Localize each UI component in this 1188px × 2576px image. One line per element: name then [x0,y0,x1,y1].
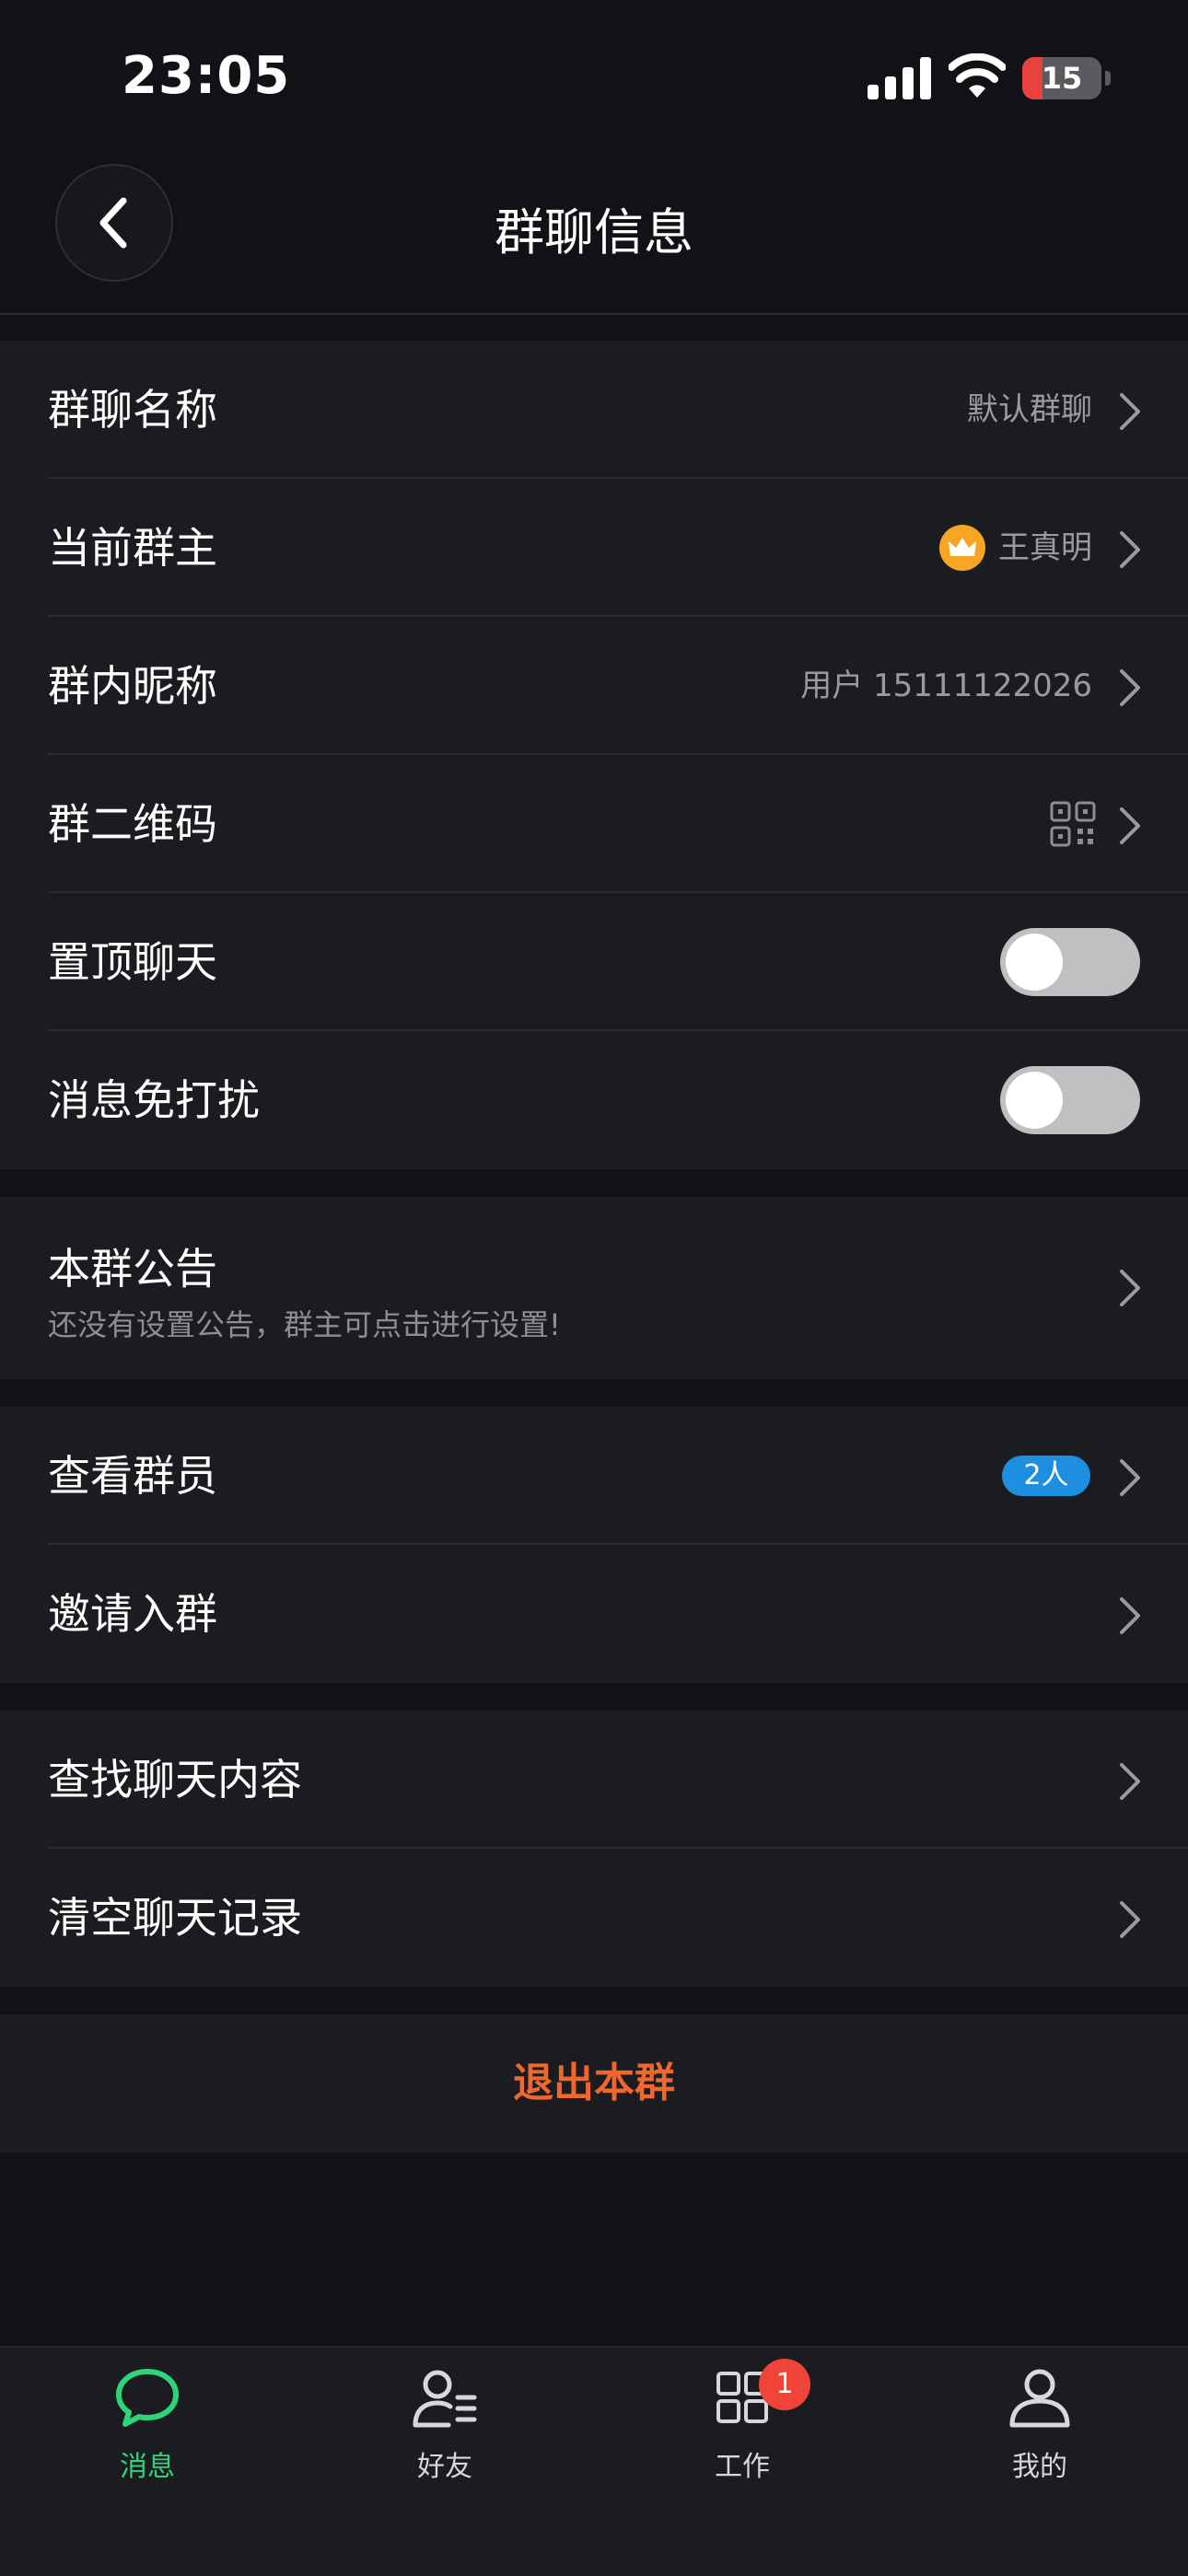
group-name-row[interactable]: 群聊名称 默认群聊 [0,341,1188,479]
tab-friends-label: 好友 [417,2451,472,2483]
chevron-right-icon [1120,1901,1140,1938]
tab-messages[interactable]: 消息 [55,2366,239,2513]
clear-history-row[interactable]: 清空聊天记录 [0,1849,1188,1987]
group-owner-value: 王真明 [998,529,1092,566]
group-notice-row[interactable]: 本群公告 还没有设置公告，群主可点击进行设置! [0,1197,1188,1379]
chevron-right-icon [1120,531,1140,568]
chevron-right-icon [1120,393,1140,430]
tab-work-label: 工作 [715,2451,770,2483]
status-time: 23:05 [122,46,291,106]
pin-chat-toggle[interactable] [1000,928,1140,996]
tab-work[interactable]: 1 工作 [650,2359,834,2513]
member-count-badge: 2人 [1002,1456,1090,1496]
page-title: 群聊信息 [495,203,693,261]
view-members-row[interactable]: 查看群员 2人 [0,1407,1188,1545]
wifi-icon [949,53,1006,98]
profile-icon [1009,2369,1070,2428]
chevron-right-icon [1120,1270,1140,1306]
tab-messages-label: 消息 [120,2451,175,2483]
group-name-value: 默认群聊 [967,391,1092,428]
exit-group-label: 退出本群 [513,2060,675,2106]
group-qr-row[interactable]: 群二维码 [0,755,1188,893]
group-nickname-label: 群内昵称 [48,661,217,711]
nav-header: 群聊信息 [0,157,1188,315]
group-owner-row[interactable]: 当前群主 王真明 [0,479,1188,617]
group-name-label: 群聊名称 [48,385,217,435]
pin-chat-label: 置顶聊天 [48,937,217,987]
group-qr-label: 群二维码 [48,799,217,849]
chat-bubble-icon [116,2369,179,2427]
mute-label: 消息免打扰 [48,1075,260,1125]
mute-row: 消息免打扰 [0,1031,1188,1169]
cellular-signal-icon [868,57,931,99]
clear-history-label: 清空聊天记录 [48,1893,302,1943]
invite-row[interactable]: 邀请入群 [0,1545,1188,1683]
chevron-right-icon [1120,1597,1140,1634]
tab-me-label: 我的 [1012,2451,1067,2483]
chevron-right-icon [1120,1763,1140,1800]
status-bar: 23:05 15 [0,0,1188,157]
search-history-row[interactable]: 查找聊天内容 [0,1711,1188,1849]
crown-icon [939,525,985,571]
pin-chat-row: 置顶聊天 [0,893,1188,1031]
history-section: 查找聊天内容 清空聊天记录 [0,1711,1188,1987]
group-owner-label: 当前群主 [48,523,217,573]
view-members-label: 查看群员 [48,1451,217,1501]
notice-subtitle: 还没有设置公告，群主可点击进行设置! [48,1307,561,1342]
work-notification-badge: 1 [759,2359,810,2410]
group-nickname-value: 用户 15111122026 [800,667,1092,704]
members-section: 查看群员 2人 邀请入群 [0,1407,1188,1683]
tab-friends[interactable]: 好友 [353,2366,537,2513]
group-settings-section: 群聊名称 默认群聊 当前群主 王真明 群内昵称 用户 15111122026 群… [0,341,1188,1169]
search-history-label: 查找聊天内容 [48,1755,302,1804]
notice-section: 本群公告 还没有设置公告，群主可点击进行设置! [0,1197,1188,1379]
group-nickname-row[interactable]: 群内昵称 用户 15111122026 [0,617,1188,755]
battery-icon: 15 [1022,57,1111,99]
tab-bar: 消息 好友 1 工作 我的 [0,2346,1188,2576]
mute-toggle[interactable] [1000,1066,1140,1134]
tab-me[interactable]: 我的 [948,2366,1132,2513]
qr-code-icon [1050,801,1096,847]
chevron-right-icon [1120,807,1140,844]
chevron-right-icon [1120,1459,1140,1496]
notice-title: 本群公告 [48,1244,217,1294]
chevron-right-icon [1120,669,1140,706]
exit-group-button[interactable]: 退出本群 [0,2014,1188,2152]
invite-label: 邀请入群 [48,1589,217,1639]
contacts-icon [413,2370,477,2428]
battery-level: 15 [1041,61,1083,96]
